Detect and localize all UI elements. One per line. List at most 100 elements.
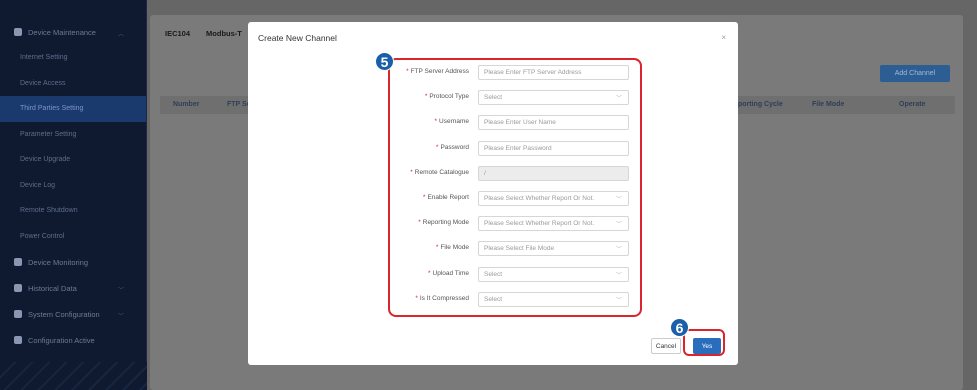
chevron-down-icon: ﹀ [615, 197, 622, 203]
sidebar-item-remote-shutdown[interactable]: Remote Shutdown [0, 198, 146, 224]
field-label-text: Password [440, 143, 469, 151]
sidebar-item-power-control[interactable]: Power Control [0, 224, 146, 250]
chevron-down-icon: ﹀ [615, 247, 622, 254]
dialog-title: Create New Channel [258, 33, 337, 43]
select-reporting-mode[interactable]: Please Select Whether Report Or Not. ﹀ [478, 216, 629, 232]
chevron-down-icon: ﹀ [615, 96, 622, 103]
tab-modbus[interactable]: Modbus-T [206, 29, 242, 38]
field-label-text: Reporting Mode [422, 219, 469, 227]
add-channel-button[interactable]: Add Channel [880, 65, 950, 82]
required-marker: * [424, 93, 428, 101]
select-protocol-type[interactable]: Select ﹀ [478, 90, 629, 106]
sidebar-group-historical-data[interactable]: Historical Data ﹀ [0, 275, 146, 301]
database-icon [14, 284, 22, 292]
sidebar-item-device-access[interactable]: Device Access [0, 71, 146, 97]
field-value: / [484, 169, 486, 177]
step-six-badge: 6 [670, 318, 689, 337]
field-label-file-mode: * File Mode [436, 244, 469, 251]
save-icon [14, 336, 22, 344]
required-marker: * [435, 143, 439, 151]
form-row-remote-catalogue: * Remote Catalogue / [390, 165, 630, 181]
field-label-protocol-type: * Protocol Type [425, 93, 469, 100]
field-label-is-it-compressed: * Is It Compressed [415, 295, 469, 302]
field-label-upload-time: * Upload Time [428, 270, 469, 277]
sidebar-item-third-parties-setting[interactable]: Third Parties Setting [0, 96, 146, 122]
protocol-tabs: IEC104 Modbus-T [165, 29, 242, 38]
input-remote-catalogue: / [478, 165, 629, 181]
sidebar-group-label: Device Monitoring [28, 257, 89, 267]
field-label-text: Username [439, 118, 469, 126]
input-ftp-server-address[interactable]: Please Enter FTP Server Address [478, 65, 629, 80]
select-file-mode[interactable]: Please Select File Mode ﹀ [478, 241, 629, 257]
field-placeholder: Select [484, 270, 503, 278]
form-row-ftp-server-address: * FTP Server Address Please Enter FTP Serv… [390, 65, 630, 80]
form-row-enable-report: * Enable Report Please Select Whether Repo… [390, 191, 630, 206]
chevron-down-icon: ﹀ [117, 314, 124, 320]
sidebar-group-label: Configuration Active [28, 335, 95, 345]
cancel-button[interactable]: Cancel [651, 338, 681, 354]
field-label-password: * Password [436, 144, 469, 151]
field-placeholder: Select [484, 295, 503, 303]
monitor-icon [14, 258, 22, 266]
form-row-password: * Password Please Enter Password [390, 140, 630, 156]
sidebar-item-parameter-setting[interactable]: Parameter Setting [0, 122, 146, 148]
shield-icon [14, 28, 22, 36]
sidebar-group-system-configuration[interactable]: System Configuration ﹀ [0, 301, 146, 327]
sidebar-item-device-upgrade[interactable]: Device Upgrade [0, 147, 146, 173]
chevron-down-icon: ﹀ [615, 297, 622, 304]
column-header-file-mode: File Mode [812, 101, 845, 108]
close-icon[interactable]: × [721, 33, 726, 42]
select-is-it-compressed[interactable]: Select ﹀ [478, 291, 629, 307]
field-label-enable-report: * Enable Report [423, 194, 469, 201]
sidebar-group-device-maintenance[interactable]: Device Maintenance ︿ [0, 19, 146, 45]
chevron-down-icon: ﹀ [615, 272, 622, 279]
field-label-text: File Mode [440, 244, 469, 252]
select-enable-report[interactable]: Please Select Whether Report Or Not. ﹀ [478, 191, 629, 206]
required-marker: * [427, 269, 431, 277]
field-label-reporting-mode: * Reporting Mode [418, 219, 469, 226]
required-marker: * [415, 294, 418, 302]
sidebar-group-configuration-active[interactable]: Configuration Active [0, 327, 146, 353]
field-placeholder: Please Enter Password [484, 144, 552, 152]
required-marker: * [434, 118, 438, 126]
required-marker: * [422, 194, 426, 201]
sidebar-decoration [0, 362, 147, 390]
gear-icon [14, 310, 22, 318]
sidebar: Device Maintenance ︿ Internet Setting De… [0, 0, 147, 390]
tab-iec104[interactable]: IEC104 [165, 29, 190, 38]
form-row-upload-time: * Upload Time Select ﹀ [390, 266, 630, 282]
select-upload-time[interactable]: Select ﹀ [478, 266, 629, 282]
field-label-text: Remote Catalogue [414, 168, 469, 176]
field-label-username: * Username [434, 118, 469, 125]
input-username[interactable]: Please Enter User Name [478, 115, 629, 131]
field-placeholder: Please Enter FTP Server Address [484, 69, 582, 76]
sidebar-group-label: Historical Data [28, 283, 77, 293]
field-placeholder: Please Select Whether Report Or Not. [484, 195, 595, 202]
required-marker: * [406, 68, 409, 75]
chevron-up-icon: ︿ [117, 32, 124, 38]
required-marker: * [410, 168, 413, 176]
field-label-text: Upload Time [432, 269, 470, 277]
sidebar-item-device-log[interactable]: Device Log [0, 173, 146, 199]
column-header-reporting-cycle: porting Cycle [738, 101, 783, 108]
form-row-protocol-type: * Protocol Type Select ﹀ [390, 90, 630, 106]
column-header-operate: Operate [899, 101, 926, 108]
yes-button[interactable]: Yes [693, 338, 721, 354]
column-header-number: Number [173, 101, 200, 108]
form-row-username: * Username Please Enter User Name [390, 115, 630, 131]
field-label-text: Is It Compressed [419, 294, 469, 302]
field-label-text: Protocol Type [429, 93, 469, 101]
sidebar-group-device-monitoring[interactable]: Device Monitoring [0, 249, 146, 275]
input-password[interactable]: Please Enter Password [478, 140, 629, 156]
field-label-ftp-server-address: * FTP Server Address [406, 68, 469, 75]
field-placeholder: Please Enter User Name [484, 119, 556, 127]
sidebar-item-internet-setting[interactable]: Internet Setting [0, 45, 146, 71]
field-label-text: FTP Server Address [410, 68, 469, 75]
field-placeholder: Please Select File Mode [484, 245, 555, 253]
required-marker: * [435, 244, 439, 252]
form-row-is-it-compressed: * Is It Compressed Select ﹀ [390, 291, 630, 307]
field-label-remote-catalogue: * Remote Catalogue [410, 169, 469, 176]
field-placeholder: Select [484, 94, 503, 102]
sidebar-group-label: Device Maintenance [28, 27, 96, 37]
field-placeholder: Please Select Whether Report Or Not. [484, 220, 595, 228]
